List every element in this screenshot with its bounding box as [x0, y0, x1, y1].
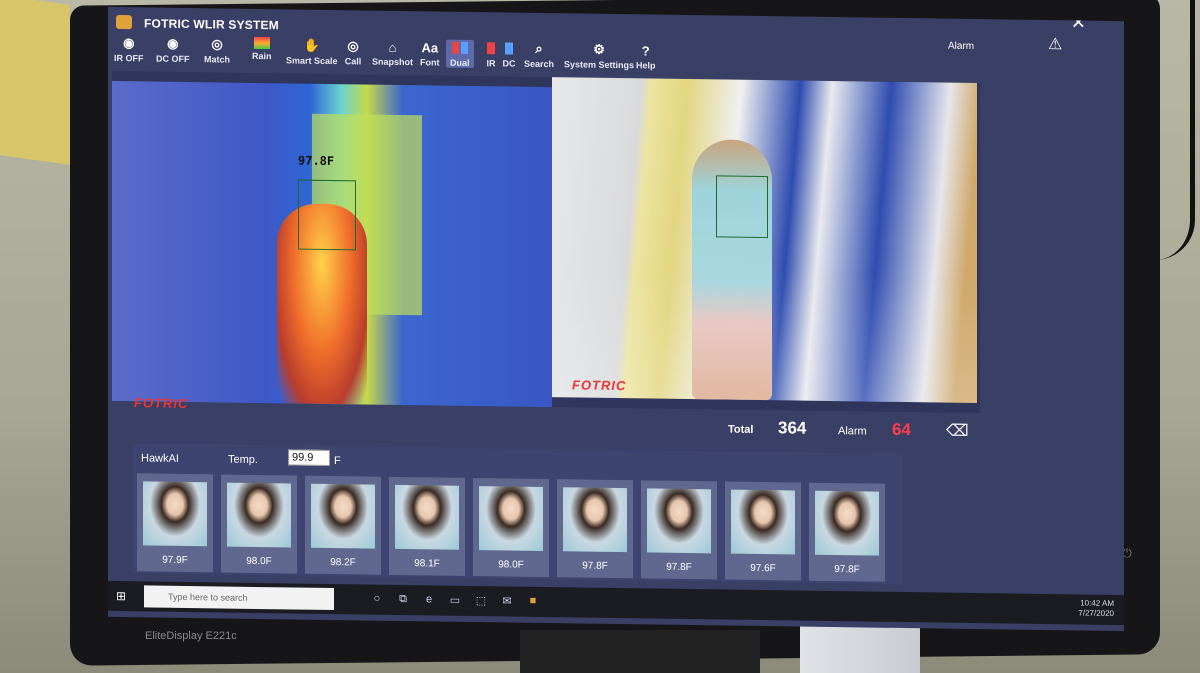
clear-icon[interactable]: ⌫ [946, 421, 969, 441]
thumbnail-temperature: 98.0F [246, 555, 272, 568]
ir-view-icon [482, 40, 500, 56]
smart-scale-button[interactable]: ✋ Smart Scale [286, 37, 338, 66]
capture-thumbnail[interactable]: 97.8F [641, 480, 717, 580]
capture-panel: HawkAI Temp. 99.9 F 97.9F 98.0F 98.2F 98… [133, 443, 903, 585]
palette-icon [253, 36, 270, 50]
face-photo [227, 482, 291, 548]
store-icon[interactable]: ⬚ [474, 594, 488, 608]
help-button[interactable]: ? Help [636, 42, 656, 71]
hand-icon: ✋ [303, 37, 320, 53]
visible-camera-view: FOTRIC [552, 77, 977, 404]
thumbnail-temperature: 97.8F [834, 564, 860, 576]
capture-thumbnail[interactable]: 98.0F [473, 478, 549, 578]
thumbnail-temperature: 97.6F [750, 562, 776, 575]
capture-thumbnail[interactable]: 97.6F [725, 481, 801, 581]
face-photo [479, 486, 543, 551]
app-logo-icon [116, 15, 132, 30]
visible-brand-mark: FOTRIC [572, 377, 627, 394]
temp-unit-label: F [334, 455, 341, 468]
total-label: Total [728, 423, 754, 436]
search-button[interactable]: ⌕ Search [524, 41, 554, 69]
counter-bar: Total 364 Alarm 64 ⌫ [108, 405, 969, 447]
total-count: 364 [778, 418, 807, 438]
thermal-camera-view: 97.8F FOTRIC [112, 80, 552, 411]
search-icon: ⌕ [535, 40, 543, 56]
capture-thumbnail[interactable]: 98.0F [221, 474, 297, 574]
app-window: FOTRIC WLIR SYSTEM ✕ ◉ IR OFF ◉ DC OFF ◎ Ma… [108, 6, 1124, 632]
file-explorer-icon[interactable]: ▭ [448, 594, 462, 608]
thermal-face-box [298, 179, 356, 251]
temp-threshold-label: Temp. [228, 453, 258, 467]
snapshot-button[interactable]: ⌂ Snapshot [372, 39, 413, 67]
edge-browser-icon[interactable]: e [422, 593, 436, 607]
face-photo [731, 489, 795, 555]
windows-taskbar: ⊞ Type here to search ○ ⧉ e ▭ ⬚ ✉ ■ 10:4… [108, 580, 1124, 626]
face-photo [143, 481, 207, 547]
capture-thumbnail[interactable]: 98.2F [305, 475, 381, 575]
thumbnail-temperature: 97.8F [666, 561, 692, 574]
alarm-count-label: Alarm [838, 425, 867, 438]
cortana-icon[interactable]: ○ [370, 593, 384, 607]
face-photo [311, 483, 375, 549]
thumbnail-temperature: 98.1F [414, 558, 440, 570]
monitor-stand [520, 630, 760, 673]
match-button[interactable]: ◎ Match [204, 36, 230, 64]
face-photo [815, 490, 879, 556]
toolbar: FOTRIC WLIR SYSTEM ✕ ◉ IR OFF ◉ DC OFF ◎ Ma… [108, 7, 1124, 81]
task-view-icon[interactable]: ⧉ [396, 593, 410, 607]
fotric-app-icon[interactable]: ■ [526, 595, 540, 609]
alarm-bell-icon[interactable]: ⚠ [1048, 34, 1062, 54]
capture-thumbnail[interactable]: 97.9F [137, 473, 213, 573]
camera-off-icon: ◉ [167, 35, 179, 51]
system-settings-button[interactable]: ⚙ System Settings [564, 41, 634, 71]
capture-source-label: HawkAI [141, 452, 179, 465]
clock-date: 7/27/2020 [1078, 608, 1114, 618]
system-tray-clock[interactable]: 10:42 AM 7/27/2020 [1078, 598, 1114, 618]
dc-view-icon [500, 40, 518, 56]
dc-view-button[interactable]: DC [500, 40, 518, 69]
alarm-label: Alarm [948, 40, 975, 53]
help-icon: ? [641, 42, 650, 58]
capture-thumbnail[interactable]: 97.8F [809, 482, 885, 582]
overlap-icon: ◎ [211, 36, 223, 52]
rain-palette-button[interactable]: Rain [252, 36, 272, 61]
face-temperature-readout: 97.8F [298, 153, 335, 169]
ir-off-button[interactable]: ◉ IR OFF [114, 35, 144, 63]
thumbnail-temperature: 97.8F [582, 560, 608, 572]
face-photo [395, 484, 459, 550]
camera-icon: ⌂ [388, 39, 397, 55]
face-photo [563, 487, 627, 553]
ir-view-button[interactable]: IR [482, 40, 500, 68]
thumbnail-temperature: 98.2F [330, 557, 356, 569]
visible-face-box [716, 175, 768, 239]
temp-threshold-input[interactable]: 99.9 [288, 449, 330, 467]
thumbnail-temperature: 98.0F [498, 559, 524, 571]
face-photo [647, 488, 711, 554]
app-title: FOTRIC WLIR SYSTEM [144, 16, 279, 33]
mail-icon[interactable]: ✉ [500, 594, 514, 608]
video-panels: 97.8F FOTRIC FOTRIC [112, 70, 980, 414]
alarm-count: 64 [892, 419, 911, 440]
camera-off-icon: ◉ [123, 35, 135, 51]
windows-start-icon[interactable]: ⊞ [116, 589, 130, 603]
gear-icon: ⚙ [593, 41, 605, 57]
monitor-model-label: EliteDisplay E221c [145, 630, 237, 642]
clock-time: 10:42 AM [1080, 598, 1114, 608]
dual-view-icon [451, 40, 469, 56]
capture-thumbnail[interactable]: 98.1F [389, 476, 465, 576]
dual-view-button[interactable]: Dual [446, 39, 474, 69]
capture-thumbnail[interactable]: 97.8F [557, 479, 633, 579]
thumbnail-temperature: 97.9F [162, 554, 188, 567]
taskbar-search-input[interactable]: Type here to search [144, 585, 334, 611]
call-button[interactable]: ◎ Call [344, 38, 362, 66]
dc-off-button[interactable]: ◉ DC OFF [156, 36, 190, 64]
font-icon: Aa [421, 39, 439, 56]
target-icon: ◎ [347, 38, 359, 54]
font-button[interactable]: Aa Font [420, 39, 440, 68]
room-left-object [0, 0, 70, 165]
